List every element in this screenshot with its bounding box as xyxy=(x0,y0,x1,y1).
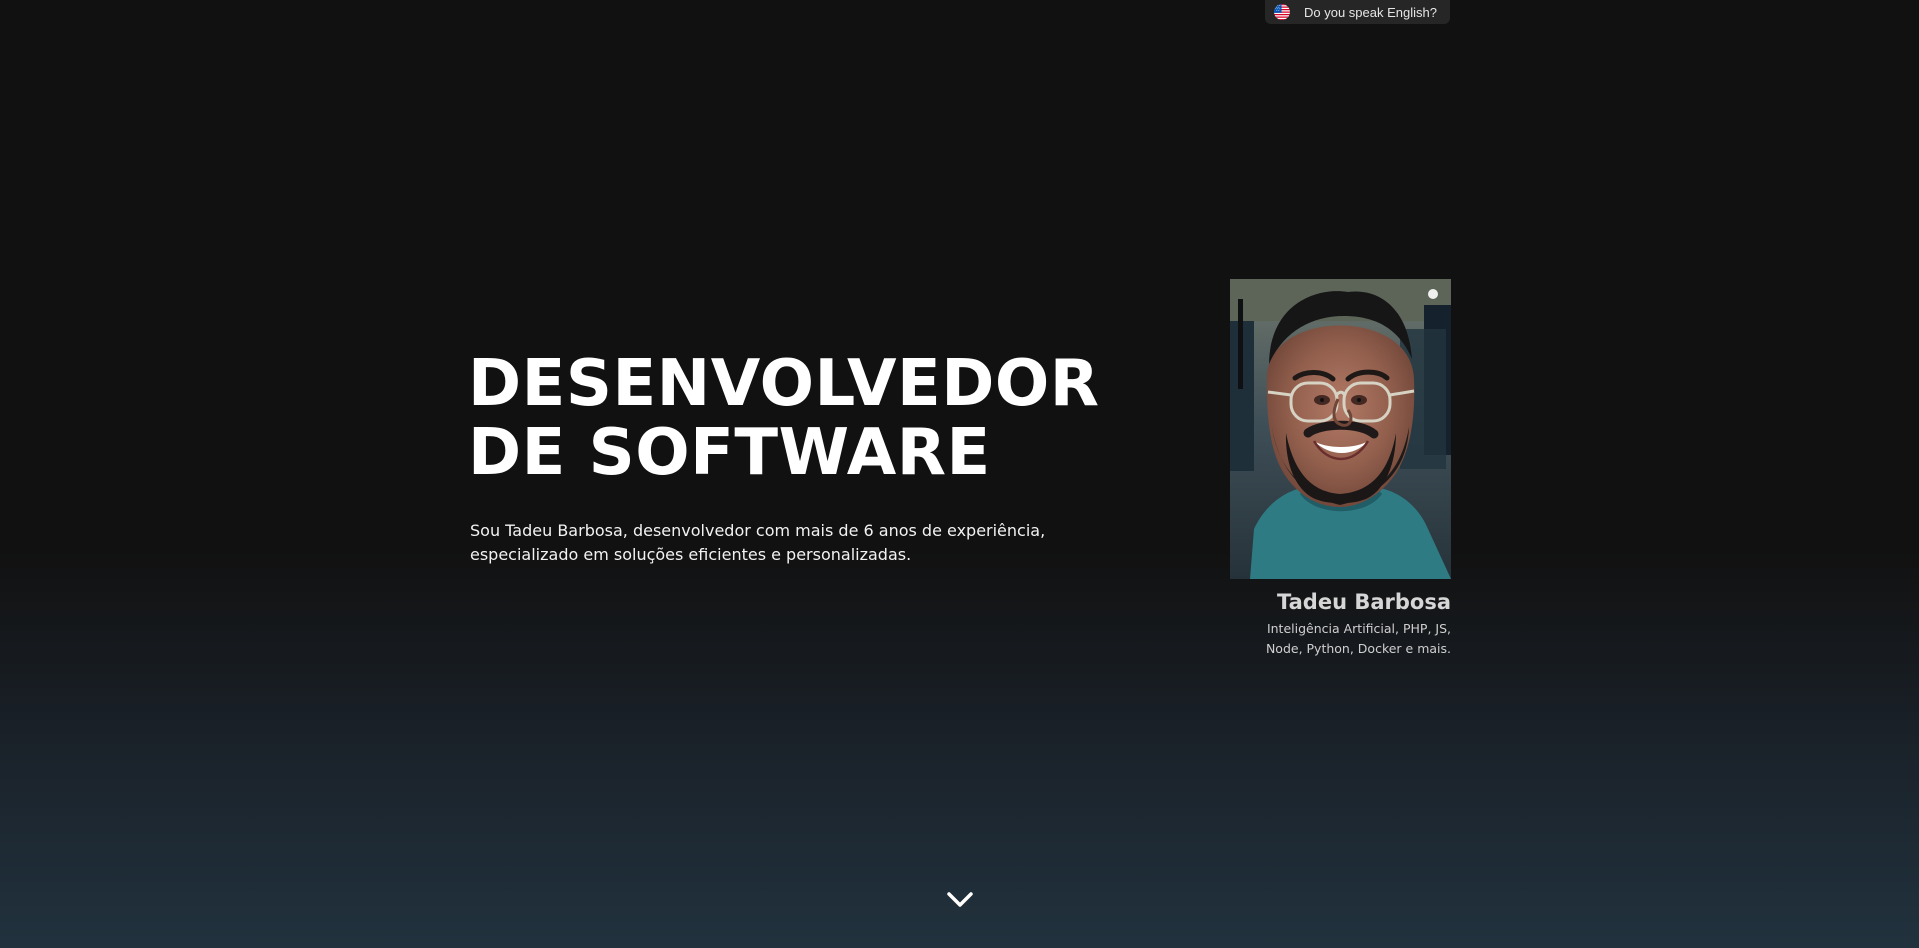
profile-name: Tadeu Barbosa xyxy=(1277,590,1451,614)
hero-description: Sou Tadeu Barbosa, desenvolvedor com mai… xyxy=(470,521,1046,564)
chevron-down-icon xyxy=(947,892,973,907)
language-switch-label: Do you speak English? xyxy=(1304,4,1437,20)
scroll-down-button[interactable] xyxy=(945,889,975,911)
profile-photo xyxy=(1230,279,1451,579)
profile-skills: Inteligência Artificial, PHP, JS, Node, … xyxy=(1265,621,1451,656)
hero-title: DESENVOLVEDOR DE SOFTWARE xyxy=(468,350,1168,488)
language-switch-button[interactable]: Do you speak English? xyxy=(1265,0,1450,24)
hero-title-line-2: DE SOFTWARE xyxy=(468,416,991,490)
us-flag-icon xyxy=(1274,4,1290,20)
hero-title-line-1: DESENVOLVEDOR xyxy=(468,347,1100,421)
